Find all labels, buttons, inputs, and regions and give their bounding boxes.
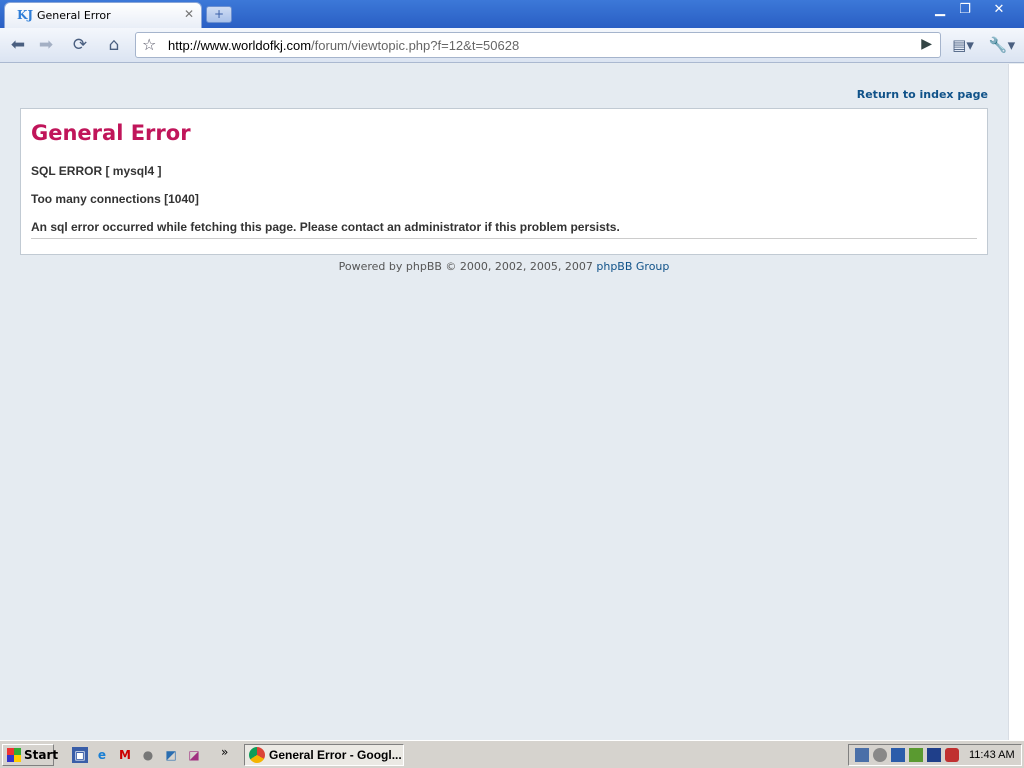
url-host: http://www.worldofkj.com [168,38,312,53]
start-button[interactable]: Start [2,744,58,766]
taskbar: Start ▣ e M ● ◩ ◪ » General Error - Goog… [0,740,1024,768]
site-favicon: KJ [17,8,34,22]
quicklaunch-overflow-icon[interactable]: » [221,745,228,759]
tray-app2-icon[interactable] [909,748,923,762]
tab-strip: KJ General Error ✕ + ▁ ❐ ✕ [0,0,1024,28]
error-title: General Error [31,121,191,145]
maximize-button[interactable]: ❐ [953,1,977,21]
internet-explorer-icon[interactable]: e [94,747,110,763]
tray-app3-icon[interactable] [927,748,941,762]
minimize-button[interactable]: ▁ [928,1,952,21]
connections-line: Too many connections [1040] [31,192,199,206]
tab-title: General Error [37,9,111,22]
clock: 11:43 AM [969,749,1015,761]
forward-button[interactable]: ➡ [32,32,60,58]
url-text[interactable]: http://www.worldofkj.com/forum/viewtopic… [168,38,519,53]
steam-icon[interactable] [873,748,887,762]
error-panel: General Error SQL ERROR [ mysql4 ] Too m… [20,108,988,255]
close-window-button[interactable]: ✕ [980,1,1018,21]
task-label: General Error - Googl... [269,748,402,762]
back-button[interactable]: ⬅ [4,32,32,58]
show-desktop-icon[interactable]: ▣ [72,747,88,763]
system-tray: 11:43 AM [848,744,1022,766]
mail-icon[interactable]: M [117,747,133,763]
windows-flag-icon [7,748,21,762]
url-path: /forum/viewtopic.php?f=12&t=50628 [311,38,520,53]
home-button[interactable]: ⌂ [100,32,128,58]
tab-general-error[interactable]: KJ General Error ✕ [4,2,202,28]
divider [31,238,977,239]
security-shield-icon[interactable] [945,748,959,762]
app-icon[interactable]: ◩ [163,747,179,763]
error-description: An sql error occurred while fetching thi… [31,220,620,234]
tray-app-icon[interactable] [891,748,905,762]
vertical-scrollbar[interactable] [1008,64,1024,740]
wrench-menu-icon[interactable]: 🔧▾ [986,32,1018,58]
start-label: Start [24,748,59,762]
tab-close-icon[interactable]: ✕ [184,7,194,21]
phpbb-group-link[interactable]: phpBB Group [596,260,669,273]
page-viewport: Return to index page General Error SQL E… [0,64,1008,740]
network-icon[interactable] [855,748,869,762]
page-menu-icon[interactable]: ▤▾ [948,32,978,58]
footer: Powered by phpBB © 2000, 2002, 2005, 200… [0,260,1008,273]
taskbar-chrome-window[interactable]: General Error - Googl... [244,744,404,766]
new-tab-button[interactable]: + [206,6,232,23]
footer-text: Powered by phpBB © 2000, 2002, 2005, 200… [338,260,597,273]
chrome-icon [249,747,265,763]
address-bar[interactable]: ☆ http://www.worldofkj.com/forum/viewtop… [135,32,941,58]
reload-button[interactable]: ⟳ [66,32,94,58]
go-icon[interactable]: ▶ [921,36,932,52]
app2-icon[interactable]: ◪ [186,747,202,763]
browser-toolbar: ⬅ ➡ ⟳ ⌂ ☆ http://www.worldofkj.com/forum… [0,28,1024,63]
bookmark-star-icon[interactable]: ☆ [142,35,156,54]
sql-error-line: SQL ERROR [ mysql4 ] [31,164,162,178]
return-to-index-link[interactable]: Return to index page [857,88,988,101]
media-icon[interactable]: ● [140,747,156,763]
